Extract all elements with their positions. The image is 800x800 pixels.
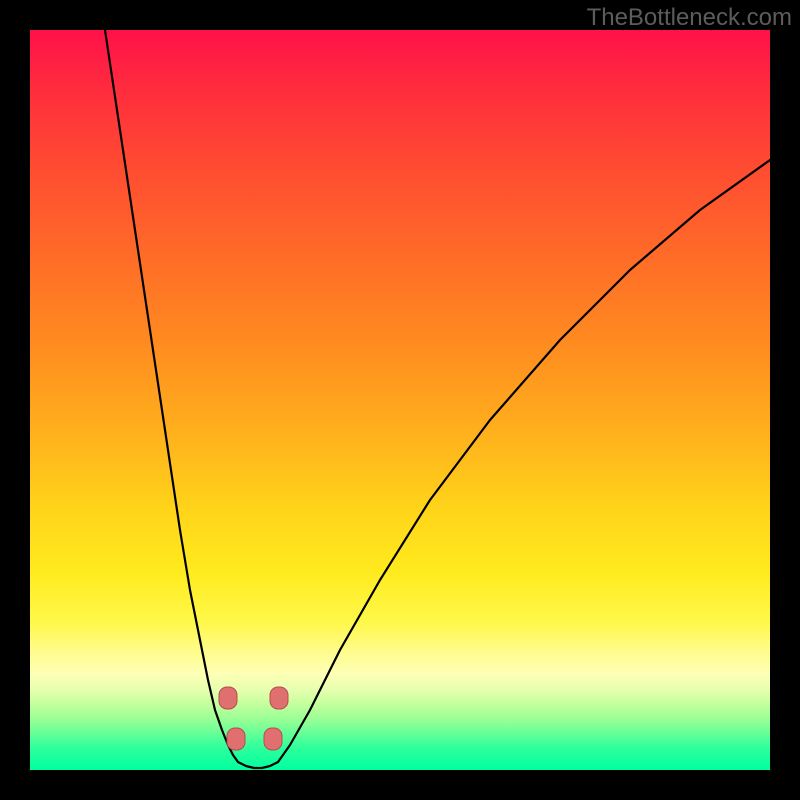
chart-frame: TheBottleneck.com: [0, 0, 800, 800]
curve-left-branch: [105, 30, 238, 762]
valley-marker: [270, 687, 288, 709]
watermark-text: TheBottleneck.com: [587, 4, 792, 32]
valley-markers: [219, 687, 288, 750]
valley-marker: [219, 687, 237, 709]
curve-valley-floor: [238, 762, 278, 768]
valley-marker: [227, 728, 245, 750]
curve-right-branch: [278, 160, 770, 762]
valley-marker: [264, 728, 282, 750]
curve-layer: [30, 30, 770, 770]
plot-area: [30, 30, 770, 770]
